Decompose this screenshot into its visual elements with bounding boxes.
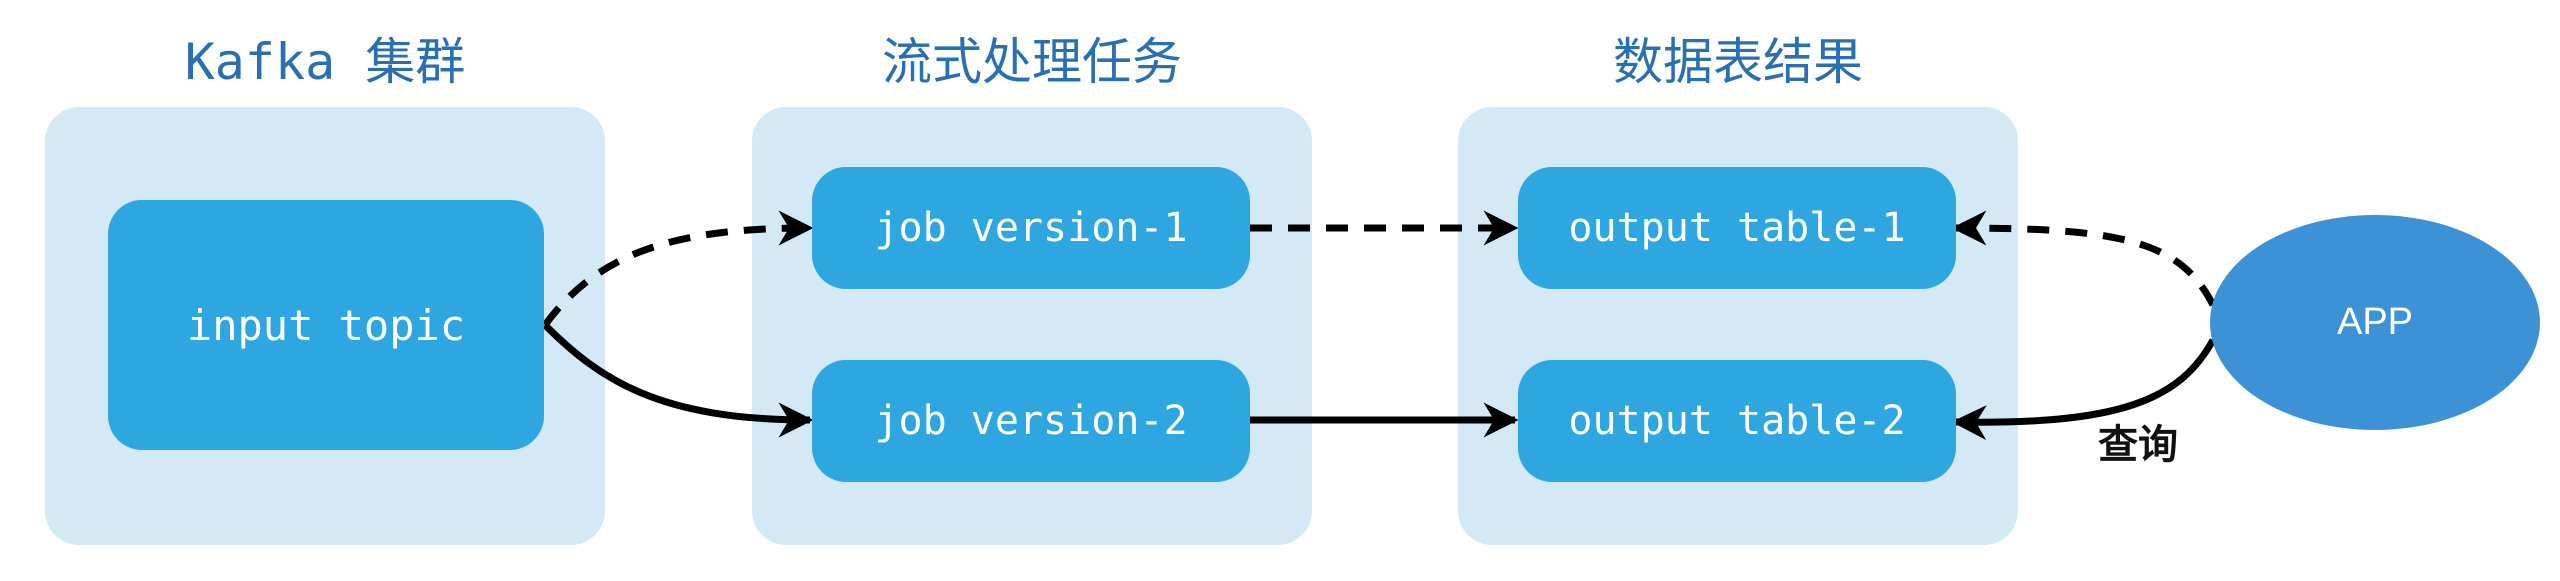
node-input-topic: input topic: [108, 200, 544, 450]
node-app: APP: [2210, 215, 2540, 430]
node-output-table-1: output table-1: [1518, 167, 1956, 289]
edge-label-query: 查询: [2098, 422, 2178, 468]
node-output-table-2: output table-2: [1518, 360, 1956, 482]
edge-input-to-job1: [542, 210, 814, 328]
node-job-version-1: job version-1: [812, 167, 1250, 289]
edge-app-to-output1: [1951, 210, 2217, 307]
edge-app-to-output2: [1951, 338, 2217, 441]
node-job-version-2: job version-2: [812, 360, 1250, 482]
edge-input-to-job2: [542, 322, 814, 438]
